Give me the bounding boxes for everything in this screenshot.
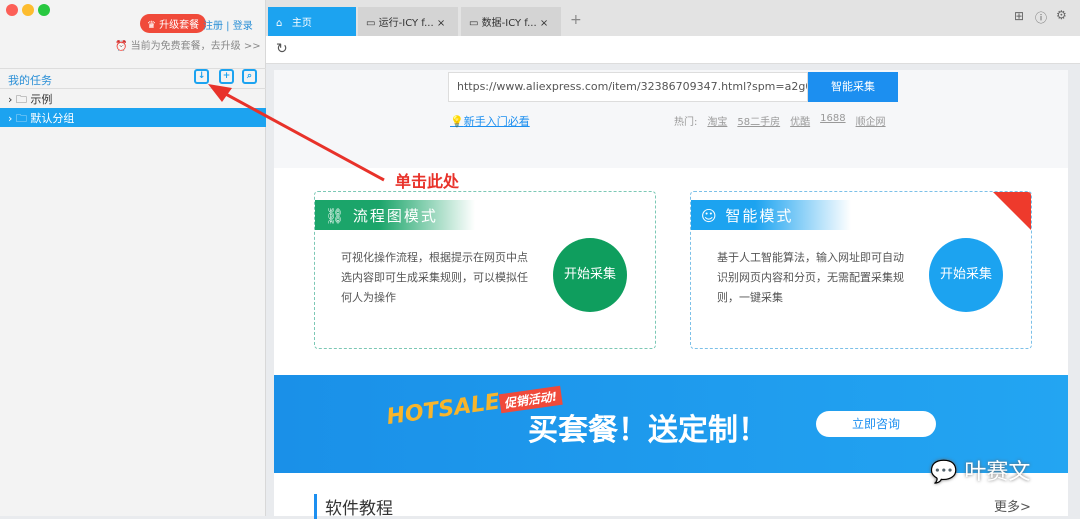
annotation-arrow [208, 84, 385, 182]
watermark: 💬 叶赛文 [930, 460, 1031, 485]
wechat-icon: 💬 [930, 460, 965, 485]
annotation-text: 单击此处 [395, 172, 460, 191]
